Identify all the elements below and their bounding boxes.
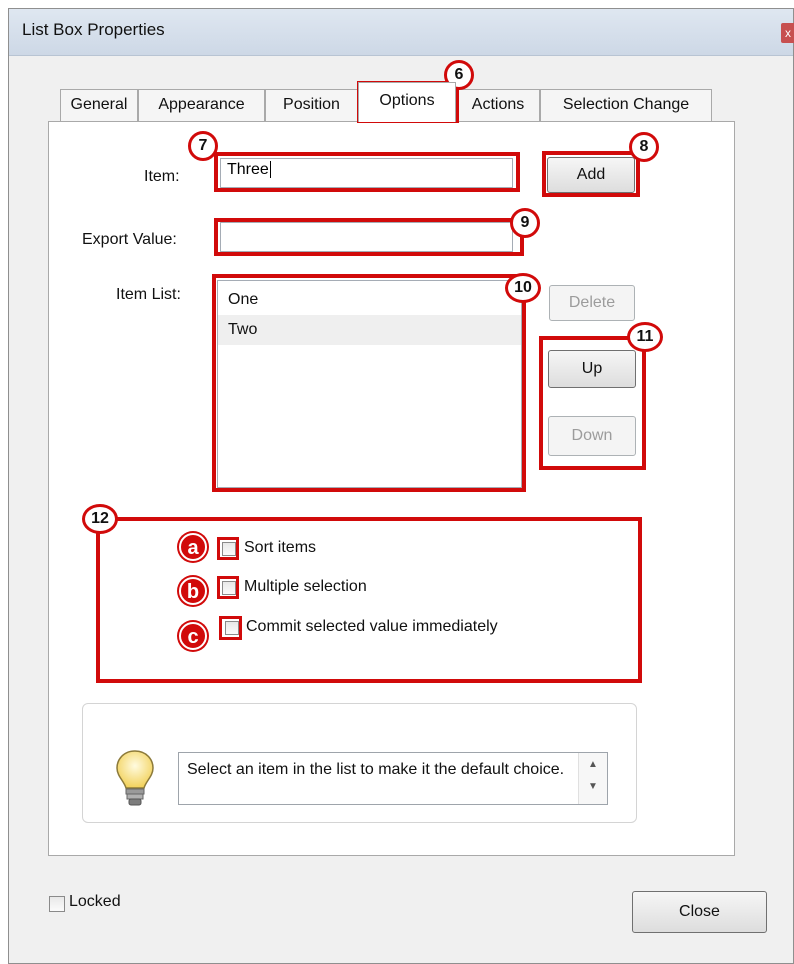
annotation-badge-8: 8 xyxy=(629,132,659,162)
close-button[interactable]: Close xyxy=(632,891,767,933)
export-value-label: Export Value: xyxy=(82,231,177,248)
annotation-box-item xyxy=(214,152,520,192)
lightbulb-icon xyxy=(116,750,154,806)
title-bar: List Box Properties x xyxy=(9,9,794,56)
locked-label: Locked xyxy=(69,893,121,910)
item-label: Item: xyxy=(144,168,180,185)
annotation-box-item-list xyxy=(212,274,526,492)
annotation-badge-7: 7 xyxy=(188,131,218,161)
annotation-badge-10: 10 xyxy=(505,273,541,303)
annotation-box-add xyxy=(542,151,640,197)
item-list-label: Item List: xyxy=(116,286,181,303)
annotation-box-up-down xyxy=(539,336,646,470)
annotation-badge-11: 11 xyxy=(627,322,663,352)
tab-position[interactable]: Position xyxy=(265,89,358,121)
delete-button[interactable]: Delete xyxy=(549,285,635,321)
scroll-down-icon[interactable]: ▼ xyxy=(588,777,598,797)
tab-selection-change[interactable]: Selection Change xyxy=(540,89,712,121)
scroll-up-icon[interactable]: ▲ xyxy=(588,755,598,775)
annotation-box-sort-checkbox xyxy=(217,537,239,560)
tab-options[interactable]: Options xyxy=(358,82,456,122)
close-window-icon[interactable]: x xyxy=(781,23,794,43)
hint-scrollbar[interactable]: ▲ ▼ xyxy=(578,753,607,804)
annotation-badge-9: 9 xyxy=(510,208,540,238)
annotation-box-multiple-checkbox xyxy=(217,576,239,599)
tab-actions[interactable]: Actions xyxy=(456,89,540,121)
tab-appearance[interactable]: Appearance xyxy=(138,89,265,121)
annotation-letter-b: b xyxy=(179,577,207,605)
annotation-badge-12: 12 xyxy=(82,504,118,534)
annotation-box-options xyxy=(96,517,642,683)
tab-general[interactable]: General xyxy=(60,89,138,121)
annotation-letter-a: a xyxy=(179,533,207,561)
locked-checkbox[interactable] xyxy=(49,896,65,912)
annotation-letter-c: c xyxy=(179,622,207,650)
hint-text: Select an item in the list to make it th… xyxy=(187,761,565,778)
annotation-box-export-value xyxy=(214,218,524,256)
window-title: List Box Properties xyxy=(22,20,165,39)
hint-text-area: Select an item in the list to make it th… xyxy=(178,752,608,805)
annotation-box-commit-checkbox xyxy=(219,616,242,640)
